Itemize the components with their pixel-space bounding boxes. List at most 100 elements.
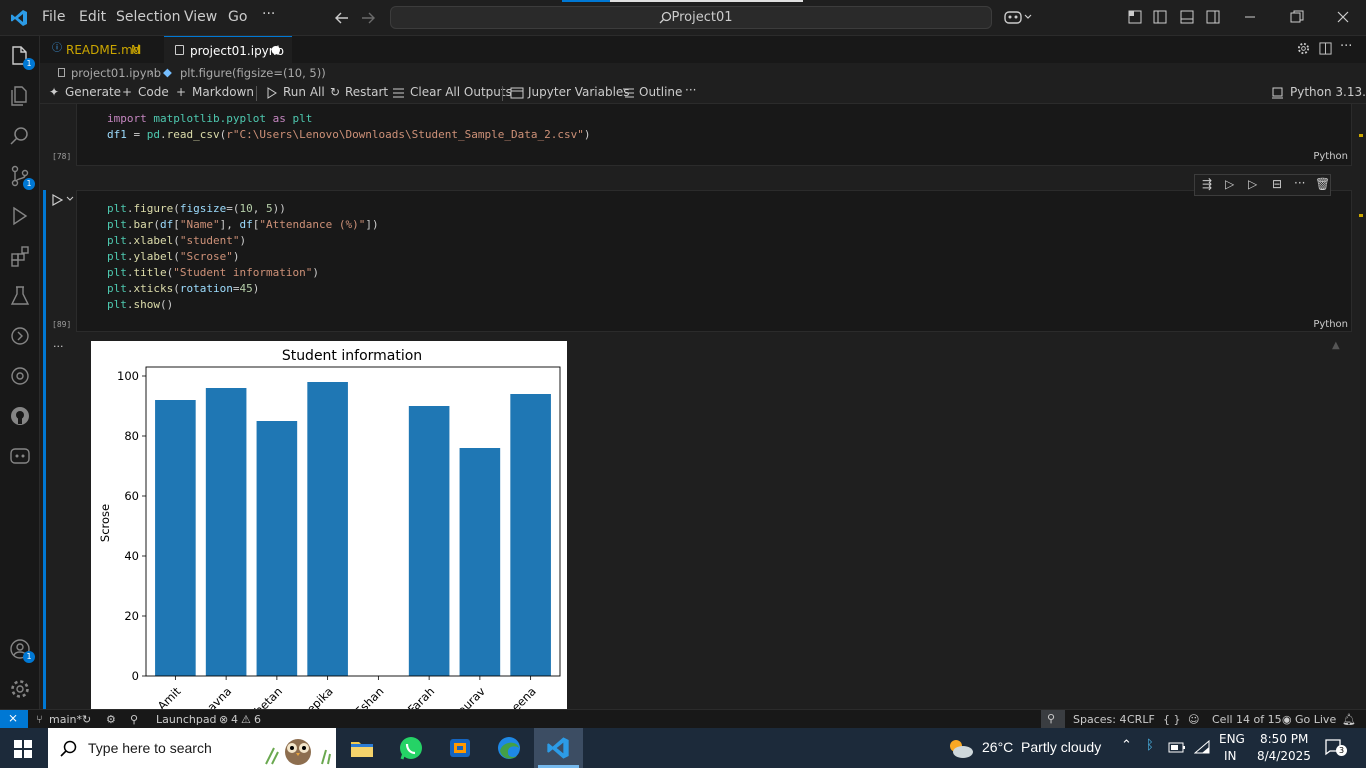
remote-explorer-icon[interactable] — [8, 324, 32, 348]
jupyter-variables-button[interactable]: Jupyter Variables — [528, 85, 630, 99]
cell-1-language[interactable]: Python — [1313, 151, 1348, 162]
execute-below-icon[interactable]: ▷ — [1248, 177, 1257, 191]
clock-date[interactable]: 8/4/2025 — [1257, 749, 1311, 763]
remote-indicator[interactable]: ⨯ — [0, 710, 28, 728]
menu-view[interactable]: View — [184, 9, 217, 25]
chart-title: Student information — [282, 348, 422, 364]
menu-edit[interactable]: Edit — [79, 9, 106, 25]
run-all-button[interactable]: Run All — [283, 85, 325, 99]
output-more-actions[interactable]: ··· — [53, 340, 64, 353]
outline-button[interactable]: Outline — [639, 85, 682, 99]
tab-more-actions[interactable]: ··· — [1340, 39, 1352, 54]
input-language[interactable]: ENG — [1219, 732, 1245, 746]
zoom-indicator[interactable]: ⚲ — [1041, 710, 1065, 728]
forward-arrow-icon[interactable] — [361, 11, 375, 25]
taskbar-search-box[interactable]: Type here to search — [48, 728, 336, 768]
indentation[interactable]: Spaces: 4 — [1073, 713, 1126, 726]
run-by-line-icon[interactable]: ⇶ — [1202, 177, 1212, 191]
kernel-selector[interactable]: Python 3.13.4 — [1290, 85, 1366, 99]
toggle-sidebar-icon[interactable] — [1153, 10, 1167, 24]
testing-icon[interactable] — [8, 284, 32, 308]
menu-file[interactable]: File — [42, 9, 65, 25]
errors-count[interactable]: 4 — [231, 713, 238, 726]
github-icon[interactable] — [8, 404, 32, 428]
run-debug-icon[interactable] — [8, 204, 32, 228]
accounts-icon[interactable]: 1 — [8, 637, 35, 663]
warnings-count[interactable]: 6 — [254, 713, 261, 726]
delete-cell-icon[interactable]: 🗑 — [1315, 177, 1330, 191]
menu-go[interactable]: Go — [228, 9, 247, 25]
battery-icon[interactable] — [1168, 742, 1186, 753]
app-taskbar-icon[interactable] — [446, 734, 474, 762]
restart-button[interactable]: Restart — [345, 85, 388, 99]
explorer-icon[interactable]: 1 — [8, 44, 35, 70]
generate-button[interactable]: Generate — [65, 85, 121, 99]
manage-gear-icon[interactable] — [8, 677, 32, 701]
toggle-panel-icon[interactable] — [1180, 10, 1194, 24]
copilot-icon[interactable] — [1004, 9, 1032, 25]
bar-epika — [307, 382, 348, 676]
tab-readme[interactable]: ⓘ README.md M — [40, 36, 164, 63]
notifications-bell-icon[interactable]: 🔔︎ — [1342, 713, 1356, 726]
debug-icon[interactable]: ⚙ — [106, 713, 116, 726]
cell-2-code[interactable]: plt.figure(figsize=(10, 5)) plt.bar(df["… — [107, 201, 379, 313]
edge-taskbar-icon[interactable] — [495, 734, 523, 762]
search-view-icon[interactable] — [8, 124, 32, 148]
cell-2-language[interactable]: Python — [1313, 319, 1348, 330]
settings-gear-icon[interactable] — [1297, 42, 1310, 55]
x-tick-label: avna — [204, 684, 234, 709]
close-window-icon[interactable] — [1337, 11, 1349, 23]
minimize-icon[interactable] — [1244, 11, 1256, 23]
cell-1-code[interactable]: import matplotlib.pyplot as plt df1 = pd… — [107, 111, 590, 143]
launchpad-button[interactable]: Launchpad — [156, 713, 217, 726]
files-icon[interactable] — [8, 84, 32, 108]
vscode-taskbar-button[interactable] — [534, 728, 583, 768]
weather-text[interactable]: 26°C Partly cloudy — [982, 739, 1101, 755]
cell-position[interactable]: Cell 14 of 15 — [1212, 713, 1282, 726]
sync-icon[interactable]: ↻ — [82, 713, 91, 726]
tab-unsaved-dot[interactable]: ● — [271, 43, 281, 56]
collapse-output-icon[interactable]: ▲ — [1332, 340, 1340, 351]
clock-time[interactable]: 8:50 PM — [1260, 732, 1308, 746]
language-braces[interactable]: { } — [1163, 713, 1181, 726]
tab-project01[interactable]: project01.ipynb ● — [164, 36, 292, 63]
menu-selection[interactable]: Selection — [116, 9, 181, 25]
split-cell-icon[interactable]: ⊟ — [1272, 177, 1282, 191]
add-code-button[interactable]: Code — [138, 85, 169, 99]
code-cell-1[interactable]: import matplotlib.pyplot as plt df1 = pd… — [76, 104, 1352, 166]
split-editor-icon[interactable] — [1319, 42, 1332, 55]
go-live-button[interactable]: Go Live — [1295, 713, 1336, 726]
clear-all-outputs-button[interactable]: Clear All Outputs — [410, 85, 512, 99]
menu-more[interactable]: ··· — [262, 6, 275, 22]
breadcrumb-symbol[interactable]: plt.figure(figsize=(10, 5)) — [180, 66, 326, 80]
whatsapp-taskbar-icon[interactable] — [397, 734, 425, 762]
bluetooth-icon[interactable]: ᛒ — [1146, 738, 1154, 753]
cell-more-icon[interactable]: ··· — [1294, 176, 1305, 190]
run-options-chevron-icon[interactable] — [66, 196, 74, 202]
add-markdown-button[interactable]: Markdown — [192, 85, 254, 99]
command-center-search[interactable]: Project01 — [390, 6, 992, 29]
git-branch[interactable]: main* — [49, 713, 82, 726]
notification-center-icon[interactable]: 3 — [1324, 738, 1347, 756]
extensions-icon[interactable] — [8, 244, 32, 268]
file-explorer-taskbar-icon[interactable] — [348, 734, 376, 762]
show-hidden-icons-chevron[interactable]: ⌃ — [1121, 738, 1132, 753]
code-cell-2[interactable]: plt.figure(figsize=(10, 5)) plt.bar(df["… — [76, 190, 1352, 332]
status-bar: ⨯ ⑂ main* ↻ ⚙ ⚲ Launchpad ⊗ 4 ⚠ 6 ⚲ Spac… — [0, 709, 1366, 728]
breadcrumb-file[interactable]: project01.ipynb — [71, 66, 161, 80]
windows-start-icon[interactable] — [14, 740, 32, 758]
input-region[interactable]: IN — [1224, 749, 1237, 763]
execute-above-icon[interactable]: ▷ — [1225, 177, 1234, 191]
back-arrow-icon[interactable] — [335, 11, 349, 25]
copilot-chat-icon[interactable] — [8, 444, 32, 468]
restore-icon[interactable] — [1290, 10, 1304, 24]
copilot-status-icon[interactable]: ☺ — [1188, 713, 1199, 726]
toggle-secondary-sidebar-icon[interactable] — [1206, 10, 1220, 24]
remote-icon[interactable] — [8, 364, 32, 388]
source-control-icon[interactable]: 1 — [8, 164, 35, 190]
run-cell-icon[interactable] — [52, 194, 63, 206]
line-ending[interactable]: CRLF — [1127, 713, 1155, 726]
toolbar-more-button[interactable]: ··· — [685, 83, 696, 97]
wifi-icon[interactable] — [1194, 740, 1210, 754]
customize-layout-icon[interactable] — [1128, 10, 1142, 24]
